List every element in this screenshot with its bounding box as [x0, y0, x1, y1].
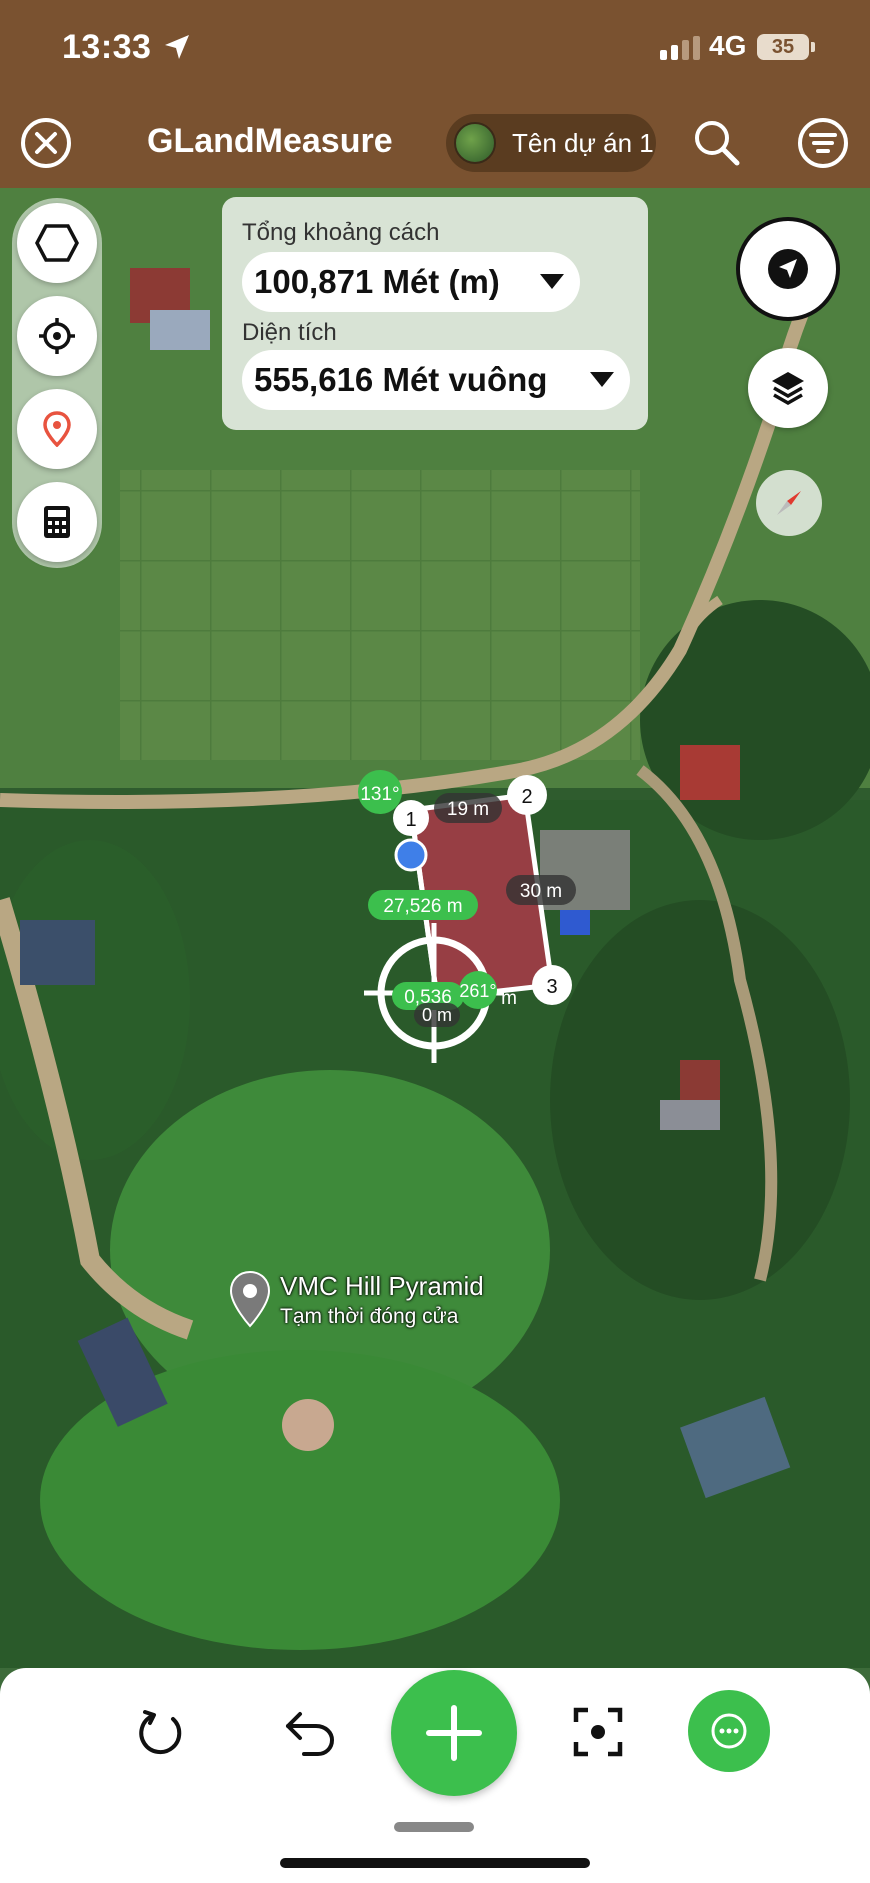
project-name: Tên dự án 1 [512, 128, 654, 158]
vertex-1[interactable]: 1 [393, 800, 429, 836]
layers-icon [772, 372, 804, 406]
measurement-panel: Tổng khoảng cách 100,871 Mét (m) Diện tí… [222, 197, 648, 430]
navigation-arrow-icon [768, 249, 808, 289]
distance-value: 100,871 Mét (m) [254, 263, 500, 300]
vertex-2-label: 2 [521, 786, 532, 808]
layers-button[interactable] [748, 348, 828, 428]
area-value: 555,616 Mét vuông [254, 361, 548, 398]
rotate-button[interactable] [133, 1704, 189, 1760]
area-unit-select[interactable]: 555,616 Mét vuông [242, 350, 630, 410]
search-icon[interactable] [690, 116, 744, 170]
pin-icon [43, 411, 71, 447]
poi-name[interactable]: VMC Hill Pyramid [280, 1271, 484, 1302]
battery-level: 35 [757, 34, 809, 60]
poi-pin-icon[interactable] [228, 1270, 272, 1328]
signal-icon [660, 36, 700, 60]
project-thumbnail [454, 122, 496, 164]
left-toolbar [12, 198, 102, 568]
status-time: 13:33 [62, 28, 152, 66]
segment-label-top: 19 m [434, 793, 502, 823]
chevron-down-icon [590, 372, 614, 387]
status-bar: 13:33 4G 35 [0, 0, 870, 100]
segment-length-top: 19 m [447, 799, 489, 820]
compass-button[interactable] [756, 470, 822, 536]
focus-icon [573, 1707, 623, 1757]
undo-button[interactable] [280, 1704, 340, 1760]
location-arrow-icon [165, 35, 189, 59]
project-selector[interactable]: Tên dự án 1 [446, 114, 656, 172]
angle-badge: 131° [358, 770, 402, 814]
undo-icon [286, 1712, 335, 1756]
app-title: GLandMeasure [147, 122, 393, 160]
pending-segment-length: 0 m [422, 1005, 452, 1025]
segment-label-right: 30 m [506, 875, 576, 905]
current-angle: 261° [459, 981, 496, 1001]
close-icon[interactable] [20, 117, 72, 169]
vertex-3[interactable]: 3 [532, 965, 572, 1005]
marker-button[interactable] [17, 389, 97, 469]
chevron-down-icon [540, 274, 564, 289]
poi-status: Tạm thời đóng cửa [280, 1305, 459, 1328]
more-button[interactable] [688, 1690, 770, 1772]
calculator-button[interactable] [17, 482, 97, 562]
vertex-1-label: 1 [405, 809, 416, 831]
polygon-tool-button[interactable] [17, 203, 97, 283]
calculator-icon [44, 506, 70, 538]
current-unit: m [501, 988, 517, 1009]
add-point-button[interactable] [391, 1670, 517, 1796]
segment-length-left: 27,526 m [383, 896, 462, 917]
compass-icon [777, 491, 801, 515]
navigate-button[interactable] [736, 217, 840, 321]
plus-icon [426, 1705, 482, 1761]
locate-button[interactable] [17, 296, 97, 376]
distance-label: Tổng khoảng cách [242, 219, 440, 246]
home-indicator [280, 1858, 590, 1868]
rotate-icon [139, 1710, 182, 1755]
focus-button[interactable] [570, 1704, 626, 1760]
area-label: Diện tích [242, 319, 337, 346]
network-type: 4G [709, 30, 747, 61]
battery-tip [811, 42, 815, 52]
segment-length-right: 30 m [520, 881, 562, 902]
segment-label-left: 27,526 m [368, 890, 478, 920]
distance-unit-select[interactable]: 100,871 Mét (m) [242, 252, 580, 312]
crosshair-icon [39, 318, 75, 354]
polygon-icon [35, 224, 79, 262]
vertex-2[interactable]: 2 [507, 775, 547, 815]
angle-label: 131° [360, 784, 399, 805]
more-icon [711, 1713, 747, 1749]
drag-handle[interactable] [394, 1822, 474, 1832]
filter-menu-icon[interactable] [797, 117, 849, 169]
app-header: GLandMeasure Tên dự án 1 [0, 100, 870, 188]
current-location-dot [394, 838, 428, 872]
vertex-3-label: 3 [546, 976, 557, 998]
